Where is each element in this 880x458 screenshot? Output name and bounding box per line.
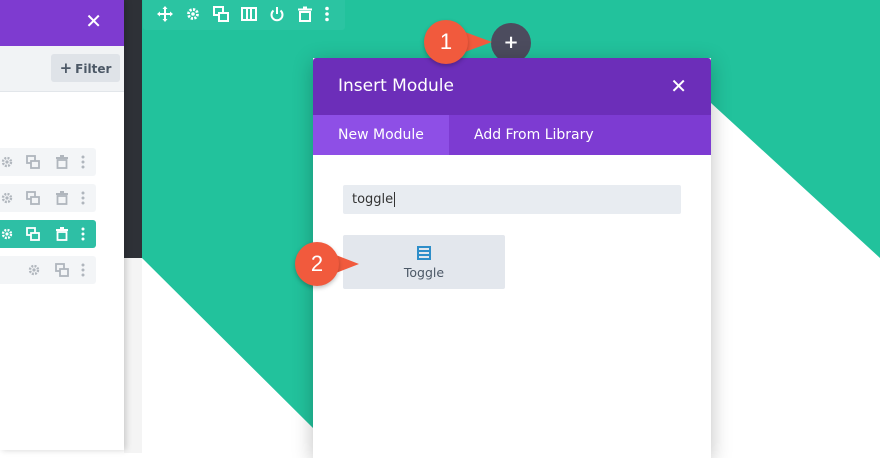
- insert-module-modal: Insert Module ✕ New Module Add From Libr…: [313, 58, 711, 458]
- more-icon[interactable]: [319, 6, 335, 22]
- modal-header: Insert Module ✕: [313, 58, 711, 115]
- modal-tabs: New Module Add From Library: [313, 115, 711, 155]
- more-icon[interactable]: [76, 227, 90, 241]
- more-icon[interactable]: [76, 191, 90, 205]
- tab-add-from-library[interactable]: Add From Library: [449, 115, 619, 155]
- filter-button[interactable]: + Filter: [51, 54, 120, 82]
- builder-edge-strip: [124, 0, 142, 258]
- close-icon[interactable]: ✕: [670, 74, 687, 98]
- module-search-input[interactable]: toggle: [343, 185, 681, 214]
- gear-icon[interactable]: [0, 155, 14, 169]
- text-caret: [394, 192, 396, 207]
- layers-panel-header: ✕: [0, 0, 124, 46]
- layer-row[interactable]: [0, 184, 96, 212]
- duplicate-icon[interactable]: [26, 155, 40, 169]
- columns-icon[interactable]: [241, 6, 257, 22]
- modal-title: Insert Module: [338, 76, 454, 96]
- filter-button-label: Filter: [75, 62, 112, 76]
- layer-row-active[interactable]: [0, 220, 96, 248]
- layers-panel-toolbar: + Filter: [0, 46, 124, 92]
- close-icon[interactable]: ✕: [85, 10, 102, 32]
- move-icon[interactable]: [157, 6, 173, 22]
- callout-number: 2: [295, 242, 339, 286]
- module-tile-label: Toggle: [403, 265, 445, 280]
- trash-icon[interactable]: [55, 155, 69, 169]
- duplicate-icon[interactable]: [213, 6, 229, 22]
- gear-icon[interactable]: [185, 6, 201, 22]
- callout-2: 2: [293, 242, 363, 292]
- trash-icon[interactable]: [297, 6, 313, 22]
- duplicate-icon[interactable]: [55, 263, 69, 277]
- gear-icon[interactable]: [27, 263, 41, 277]
- more-icon[interactable]: [76, 155, 90, 169]
- layers-panel: ✕ + Filter: [0, 0, 124, 450]
- duplicate-icon[interactable]: [26, 191, 40, 205]
- layer-row[interactable]: [0, 148, 96, 176]
- gear-icon[interactable]: [0, 227, 14, 241]
- layer-row[interactable]: [0, 256, 96, 284]
- trash-icon[interactable]: [55, 191, 69, 205]
- gear-icon[interactable]: [0, 191, 14, 205]
- module-search-value: toggle: [352, 192, 394, 207]
- more-icon[interactable]: [76, 263, 90, 277]
- callout-1: 1: [420, 20, 500, 70]
- toggle-icon: [415, 245, 433, 261]
- plus-icon: +: [59, 59, 73, 77]
- power-icon[interactable]: [269, 6, 285, 22]
- row-toolbar: [143, 0, 345, 30]
- tab-new-module[interactable]: New Module: [313, 115, 449, 155]
- add-module-button-label: +: [503, 32, 519, 53]
- duplicate-icon[interactable]: [26, 227, 40, 241]
- callout-number: 1: [424, 20, 468, 64]
- module-tile-toggle[interactable]: Toggle: [343, 235, 505, 289]
- trash-icon[interactable]: [55, 227, 69, 241]
